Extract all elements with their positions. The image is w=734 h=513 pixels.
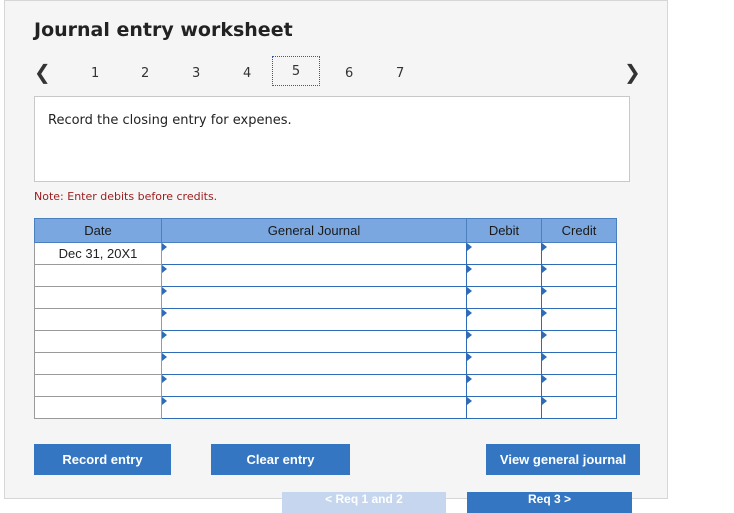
header-date: Date bbox=[34, 218, 162, 243]
account-input[interactable] bbox=[161, 396, 467, 419]
step-7[interactable]: 7 bbox=[396, 66, 404, 81]
clear-entry-button[interactable]: Clear entry bbox=[211, 444, 350, 475]
instruction-text: Record the closing entry for expenes. bbox=[48, 113, 292, 128]
next-requirement-button[interactable]: Req 3 > bbox=[467, 492, 632, 513]
debit-input[interactable] bbox=[466, 374, 542, 397]
step-3[interactable]: 3 bbox=[192, 66, 200, 81]
date-cell[interactable] bbox=[34, 374, 162, 397]
credit-input[interactable] bbox=[541, 396, 617, 419]
table-header-row: Date General Journal Debit Credit bbox=[34, 218, 617, 243]
table-row bbox=[34, 374, 617, 397]
account-input[interactable] bbox=[161, 308, 467, 331]
credit-input[interactable] bbox=[541, 286, 617, 309]
table-row bbox=[34, 352, 617, 375]
credit-input[interactable] bbox=[541, 308, 617, 331]
account-input[interactable] bbox=[161, 264, 467, 287]
prev-requirement-button[interactable]: < Req 1 and 2 bbox=[282, 492, 446, 513]
record-entry-button[interactable]: Record entry bbox=[34, 444, 171, 475]
instruction-box: Record the closing entry for expenes. bbox=[34, 96, 630, 182]
debit-input[interactable] bbox=[466, 286, 542, 309]
credit-input[interactable] bbox=[541, 264, 617, 287]
date-cell[interactable] bbox=[34, 352, 162, 375]
step-2[interactable]: 2 bbox=[141, 66, 149, 81]
table-row bbox=[34, 330, 617, 353]
account-input[interactable] bbox=[161, 352, 467, 375]
table-row: Dec 31, 20X1 bbox=[34, 242, 617, 265]
date-cell[interactable]: Dec 31, 20X1 bbox=[34, 242, 162, 265]
debit-input[interactable] bbox=[466, 330, 542, 353]
chevron-left-icon[interactable]: ❮ bbox=[34, 60, 51, 84]
view-general-journal-button[interactable]: View general journal bbox=[486, 444, 640, 475]
journal-table: Date General Journal Debit Credit Dec 31… bbox=[34, 218, 617, 419]
header-general-journal: General Journal bbox=[161, 218, 467, 243]
credit-input[interactable] bbox=[541, 352, 617, 375]
step-6[interactable]: 6 bbox=[345, 66, 353, 81]
debit-input[interactable] bbox=[466, 308, 542, 331]
debit-input[interactable] bbox=[466, 396, 542, 419]
date-cell[interactable] bbox=[34, 264, 162, 287]
credit-input[interactable] bbox=[541, 330, 617, 353]
debit-input[interactable] bbox=[466, 242, 542, 265]
step-1[interactable]: 1 bbox=[91, 66, 99, 81]
credit-input[interactable] bbox=[541, 242, 617, 265]
step-5-active[interactable]: 5 bbox=[272, 56, 320, 86]
table-row bbox=[34, 396, 617, 419]
account-input[interactable] bbox=[161, 242, 467, 265]
date-cell[interactable] bbox=[34, 330, 162, 353]
date-cell[interactable] bbox=[34, 308, 162, 331]
debit-input[interactable] bbox=[466, 264, 542, 287]
account-input[interactable] bbox=[161, 286, 467, 309]
debit-input[interactable] bbox=[466, 352, 542, 375]
header-credit: Credit bbox=[541, 218, 617, 243]
page-title: Journal entry worksheet bbox=[34, 19, 293, 41]
account-input[interactable] bbox=[161, 330, 467, 353]
step-4[interactable]: 4 bbox=[243, 66, 251, 81]
table-row bbox=[34, 308, 617, 331]
date-cell[interactable] bbox=[34, 286, 162, 309]
date-cell[interactable] bbox=[34, 396, 162, 419]
account-input[interactable] bbox=[161, 374, 467, 397]
credit-input[interactable] bbox=[541, 374, 617, 397]
note-text: Note: Enter debits before credits. bbox=[34, 190, 218, 203]
chevron-right-icon[interactable]: ❯ bbox=[624, 60, 641, 84]
header-debit: Debit bbox=[466, 218, 542, 243]
table-row bbox=[34, 286, 617, 309]
table-row bbox=[34, 264, 617, 287]
